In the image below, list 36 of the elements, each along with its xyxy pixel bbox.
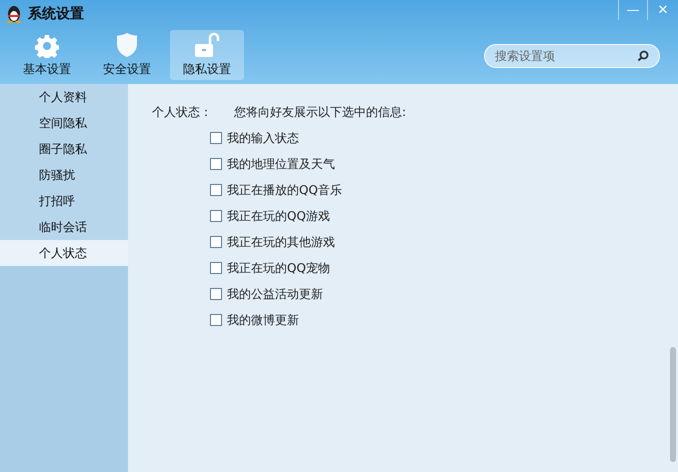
sidebar-item[interactable]: 临时会话 xyxy=(0,214,128,240)
penguin-icon xyxy=(6,5,22,23)
checkbox[interactable] xyxy=(210,158,222,170)
toolbar-tab[interactable]: 安全设置 xyxy=(90,30,164,80)
checkbox-label[interactable]: 我正在玩的QQ游戏 xyxy=(227,208,330,224)
checkbox[interactable] xyxy=(210,210,222,222)
unlocked-padlock-icon xyxy=(194,32,220,58)
section-label: 个人状态： xyxy=(152,104,212,121)
checkbox[interactable] xyxy=(210,314,222,326)
checkbox-label[interactable]: 我正在玩的QQ宠物 xyxy=(227,260,330,276)
scrollbar-thumb[interactable] xyxy=(670,347,676,462)
section-description: 您将向好友展示以下选中的信息: xyxy=(234,104,406,121)
sidebar-item[interactable]: 防骚扰 xyxy=(0,162,128,188)
checkbox[interactable] xyxy=(210,236,222,248)
sidebar-item[interactable]: 个人状态 xyxy=(0,240,128,266)
toolbar-tab[interactable]: 隐私设置 xyxy=(170,30,244,80)
search-field[interactable]: 搜索设置项 xyxy=(484,44,660,68)
checkbox-label[interactable]: 我的地理位置及天气 xyxy=(227,156,335,172)
checkbox[interactable] xyxy=(210,132,222,144)
sidebar-item[interactable]: 个人资料 xyxy=(0,84,128,110)
gear-icon xyxy=(35,34,59,58)
sidebar-item[interactable]: 打招呼 xyxy=(0,188,128,214)
checkbox-label[interactable]: 我的输入状态 xyxy=(227,130,299,146)
sidebar-item[interactable]: 圈子隐私 xyxy=(0,136,128,162)
window-title: 系统设置 xyxy=(28,5,84,23)
sidebar-item[interactable]: 空间隐私 xyxy=(0,110,128,136)
checkbox[interactable] xyxy=(210,262,222,274)
checkbox-label[interactable]: 我的微博更新 xyxy=(227,312,299,328)
shield-icon xyxy=(116,32,138,58)
checkbox-label[interactable]: 我的公益活动更新 xyxy=(227,286,323,302)
checkbox-label[interactable]: 我正在播放的QQ音乐 xyxy=(227,182,342,198)
checkbox-label[interactable]: 我正在玩的其他游戏 xyxy=(227,234,335,250)
checkbox[interactable] xyxy=(210,184,222,196)
search-icon xyxy=(637,50,649,62)
toolbar-tab[interactable]: 基本设置 xyxy=(10,30,84,80)
checkbox[interactable] xyxy=(210,288,222,300)
